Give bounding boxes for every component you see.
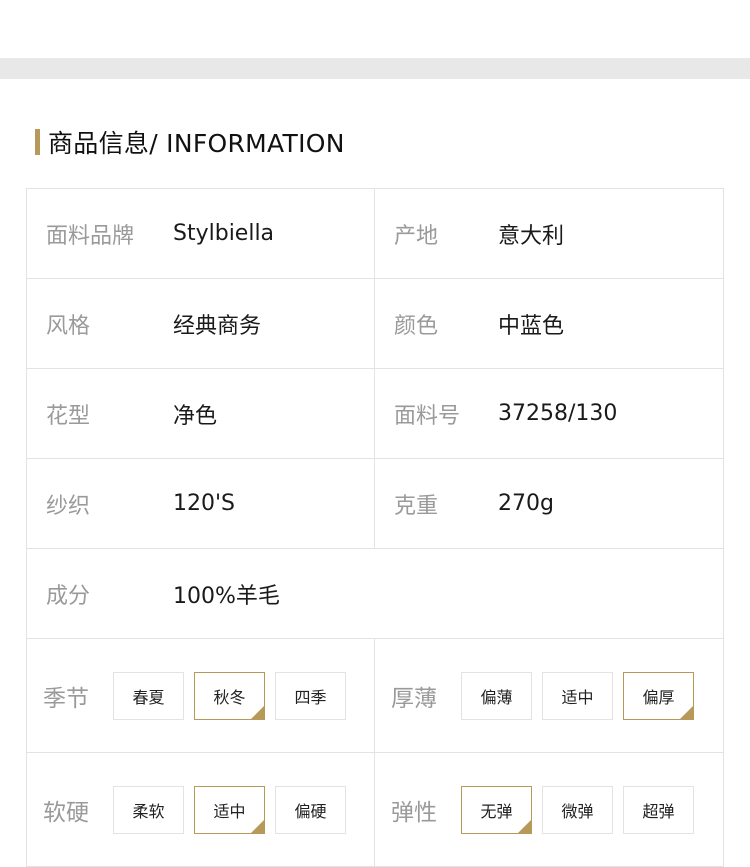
info-cell-fabric-brand: 面料品牌 Stylbiella <box>27 189 375 279</box>
info-cell-pattern: 花型 净色 <box>27 369 375 459</box>
info-label: 风格 <box>46 313 91 339</box>
info-cell-color: 颜色 中蓝色 <box>375 279 724 369</box>
table-row: 纱织 120'S 克重 270g <box>27 459 724 549</box>
option-label: 适中 <box>213 801 246 821</box>
info-cell-composition: 成分 100%羊毛 <box>27 549 724 639</box>
table-row: 花型 净色 面料号 37258/130 <box>27 369 724 459</box>
section-header: 商品信息/ INFORMATION <box>35 128 345 158</box>
option-label: 偏薄 <box>480 687 513 707</box>
info-value: 120'S <box>173 491 236 516</box>
season-option-spring-summer[interactable]: 春夏 <box>113 671 184 720</box>
elasticity-option-none[interactable]: 无弹 <box>461 785 532 834</box>
selected-corner-mark <box>251 705 264 719</box>
info-cell-origin: 产地 意大利 <box>375 189 724 279</box>
selected-corner-mark <box>251 819 264 833</box>
info-value: 100%羊毛 <box>173 583 280 609</box>
season-option-all-season[interactable]: 四季 <box>275 671 346 720</box>
info-cell-fabric-no: 面料号 37258/130 <box>375 369 724 459</box>
info-label: 成分 <box>46 583 91 609</box>
option-label: 无弹 <box>480 801 513 821</box>
table-row: 季节 春夏 秋冬 四季 厚薄 偏薄 适中 偏厚 <box>27 639 724 753</box>
title-accent-bar <box>35 129 40 155</box>
table-row: 软硬 柔软 适中 偏硬 弹性 无弹 微弹 超弹 <box>27 753 724 867</box>
info-label: 纱织 <box>46 493 91 519</box>
option-label: 秋冬 <box>213 687 246 707</box>
season-options: 春夏 秋冬 四季 <box>113 671 346 720</box>
attr-label: 软硬 <box>43 799 89 826</box>
info-cell-weight: 克重 270g <box>375 459 724 549</box>
elasticity-option-super[interactable]: 超弹 <box>623 785 694 834</box>
info-label: 花型 <box>46 403 91 429</box>
selected-corner-mark <box>680 705 693 719</box>
selected-corner-mark <box>518 819 531 833</box>
attr-cell-season: 季节 春夏 秋冬 四季 <box>27 639 375 753</box>
attr-cell-softness: 软硬 柔软 适中 偏硬 <box>27 753 375 867</box>
season-option-autumn-winter[interactable]: 秋冬 <box>194 671 265 720</box>
section-title: 商品信息/ INFORMATION <box>48 129 345 158</box>
info-cell-yarn: 纱织 120'S <box>27 459 375 549</box>
info-value: 37258/130 <box>498 401 618 426</box>
option-label: 柔软 <box>132 801 165 821</box>
info-value: 意大利 <box>498 223 565 249</box>
info-label: 克重 <box>394 493 439 519</box>
elasticity-option-slight[interactable]: 微弹 <box>542 785 613 834</box>
attr-label: 季节 <box>43 685 89 712</box>
option-label: 适中 <box>561 687 594 707</box>
info-cell-style: 风格 经典商务 <box>27 279 375 369</box>
elasticity-options: 无弹 微弹 超弹 <box>461 785 694 834</box>
thickness-options: 偏薄 适中 偏厚 <box>461 671 694 720</box>
thickness-option-thick[interactable]: 偏厚 <box>623 671 694 720</box>
attr-cell-thickness: 厚薄 偏薄 适中 偏厚 <box>375 639 724 753</box>
info-value: 净色 <box>173 403 218 429</box>
attr-cell-elasticity: 弹性 无弹 微弹 超弹 <box>375 753 724 867</box>
thickness-option-thin[interactable]: 偏薄 <box>461 671 532 720</box>
info-label: 面料号 <box>394 403 461 429</box>
option-label: 偏硬 <box>294 801 327 821</box>
softness-option-medium[interactable]: 适中 <box>194 785 265 834</box>
option-label: 超弹 <box>642 801 675 821</box>
attr-label: 弹性 <box>391 799 437 826</box>
softness-option-hard[interactable]: 偏硬 <box>275 785 346 834</box>
option-label: 偏厚 <box>642 687 675 707</box>
table-row: 成分 100%羊毛 <box>27 549 724 639</box>
info-value: Stylbiella <box>173 221 275 246</box>
attr-label: 厚薄 <box>391 685 437 712</box>
info-value: 270g <box>498 491 554 516</box>
table-row: 面料品牌 Stylbiella 产地 意大利 <box>27 189 724 279</box>
section-divider-band <box>0 58 750 79</box>
info-label: 颜色 <box>394 313 439 339</box>
info-label: 产地 <box>394 223 439 249</box>
info-label: 面料品牌 <box>46 223 135 249</box>
option-label: 四季 <box>294 687 327 707</box>
thickness-option-medium[interactable]: 适中 <box>542 671 613 720</box>
option-label: 微弹 <box>561 801 594 821</box>
product-info-table: 面料品牌 Stylbiella 产地 意大利 风格 经典商务 颜色 中蓝色 花型… <box>26 188 724 867</box>
info-value: 中蓝色 <box>498 313 565 339</box>
info-value: 经典商务 <box>173 313 262 339</box>
table-row: 风格 经典商务 颜色 中蓝色 <box>27 279 724 369</box>
softness-options: 柔软 适中 偏硬 <box>113 785 346 834</box>
softness-option-soft[interactable]: 柔软 <box>113 785 184 834</box>
option-label: 春夏 <box>132 687 165 707</box>
